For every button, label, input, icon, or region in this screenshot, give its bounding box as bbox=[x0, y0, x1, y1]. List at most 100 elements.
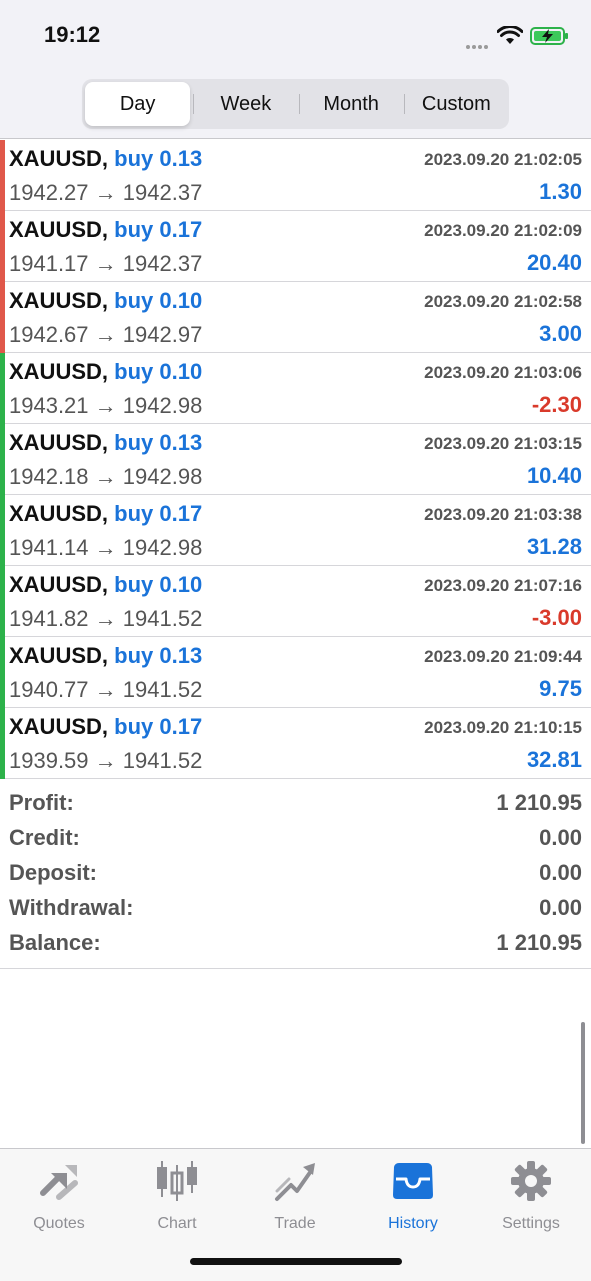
deal-time: 2023.09.20 21:02:09 bbox=[424, 221, 582, 240]
tab-label: Chart bbox=[157, 1215, 197, 1232]
arrow-right-icon: → bbox=[94, 464, 117, 489]
summary-value: 1 210.95 bbox=[496, 930, 582, 955]
status-bar: 19:12 bbox=[0, 0, 591, 70]
deal-time: 2023.09.20 21:09:44 bbox=[424, 647, 582, 666]
tab-label: History bbox=[388, 1215, 438, 1232]
deal-direction: buy 0.13 bbox=[114, 430, 203, 455]
deal-open-price: 1939.59 bbox=[9, 748, 89, 773]
candlestick-chart-icon bbox=[157, 1161, 197, 1201]
deal-symbol: XAUUSD, bbox=[9, 643, 109, 668]
deal-direction: buy 0.13 bbox=[114, 146, 203, 171]
deal-side-indicator bbox=[0, 566, 5, 637]
arrow-right-icon: → bbox=[94, 677, 117, 702]
deal-side-indicator bbox=[0, 353, 5, 424]
summary-row-balance: Balance: 1 210.95 bbox=[0, 928, 591, 963]
summary-label: Deposit: bbox=[9, 860, 97, 885]
deal-profit: 1.30 bbox=[539, 179, 582, 204]
summary-label: Balance: bbox=[9, 930, 101, 955]
deal-close-price: 1942.37 bbox=[122, 180, 203, 205]
arrow-right-icon: → bbox=[94, 535, 117, 560]
deal-open-price: 1942.67 bbox=[9, 322, 89, 347]
summary-row-profit: Profit: 1 210.95 bbox=[0, 788, 591, 823]
deal-direction: buy 0.13 bbox=[114, 643, 203, 668]
deal-symbol: XAUUSD, bbox=[9, 217, 109, 242]
deal-row[interactable]: XAUUSD, buy 0.13 2023.09.20 21:02:05 194… bbox=[0, 140, 591, 211]
deal-close-price: 1942.37 bbox=[122, 251, 203, 276]
deal-open-price: 1941.14 bbox=[9, 535, 89, 560]
deal-symbol: XAUUSD, bbox=[9, 359, 109, 384]
tab-label: Quotes bbox=[33, 1215, 85, 1232]
deal-direction: buy 0.17 bbox=[114, 714, 203, 739]
summary-label: Profit: bbox=[9, 790, 74, 815]
deal-row[interactable]: XAUUSD, buy 0.10 2023.09.20 21:03:06 194… bbox=[0, 353, 591, 424]
battery-charging-icon bbox=[530, 27, 568, 45]
trade-trend-icon bbox=[275, 1163, 315, 1201]
tab-label: Trade bbox=[274, 1215, 316, 1232]
deal-close-price: 1941.52 bbox=[122, 748, 203, 773]
deal-profit: 10.40 bbox=[526, 463, 582, 488]
segment-custom[interactable]: Custom bbox=[403, 82, 509, 126]
tab-label: Settings bbox=[502, 1215, 560, 1232]
tab-settings[interactable]: Settings bbox=[472, 1159, 590, 1233]
deal-side-indicator bbox=[0, 282, 5, 353]
deal-symbol: XAUUSD, bbox=[9, 146, 109, 171]
deal-row[interactable]: XAUUSD, buy 0.17 2023.09.20 21:10:15 193… bbox=[0, 708, 591, 779]
deal-side-indicator bbox=[0, 495, 5, 566]
deal-direction: buy 0.10 bbox=[114, 359, 203, 384]
deal-profit: 9.75 bbox=[539, 676, 582, 701]
deal-row[interactable]: XAUUSD, buy 0.10 2023.09.20 21:02:58 194… bbox=[0, 282, 591, 353]
summary-label: Credit: bbox=[9, 825, 80, 850]
deal-row[interactable]: XAUUSD, buy 0.10 2023.09.20 21:07:16 194… bbox=[0, 566, 591, 637]
summary-value: 0.00 bbox=[539, 860, 582, 885]
home-indicator[interactable] bbox=[190, 1258, 402, 1265]
summary-value: 1 210.95 bbox=[496, 790, 582, 815]
wifi-icon bbox=[497, 26, 523, 44]
summary-value: 0.00 bbox=[539, 825, 582, 850]
summary-row-deposit: Deposit: 0.00 bbox=[0, 858, 591, 893]
deal-direction: buy 0.10 bbox=[114, 572, 203, 597]
arrow-right-icon: → bbox=[94, 393, 117, 418]
deal-side-indicator bbox=[0, 424, 5, 495]
deal-open-price: 1941.82 bbox=[9, 606, 89, 631]
deal-symbol: XAUUSD, bbox=[9, 501, 109, 526]
deal-time: 2023.09.20 21:03:06 bbox=[424, 363, 582, 382]
tab-quotes[interactable]: Quotes bbox=[0, 1159, 118, 1233]
arrow-right-icon: → bbox=[94, 606, 117, 631]
deal-time: 2023.09.20 21:10:15 bbox=[424, 718, 582, 737]
deal-profit: 32.81 bbox=[526, 747, 582, 772]
deal-row[interactable]: XAUUSD, buy 0.13 2023.09.20 21:03:15 194… bbox=[0, 424, 591, 495]
deal-close-price: 1942.98 bbox=[122, 464, 203, 489]
deal-direction: buy 0.17 bbox=[114, 217, 203, 242]
arrow-right-icon: → bbox=[94, 748, 117, 773]
segment-month[interactable]: Month bbox=[298, 82, 404, 126]
period-segmented-control: Day Week Month Custom bbox=[82, 79, 509, 129]
tab-chart[interactable]: Chart bbox=[118, 1159, 236, 1233]
summary-row-credit: Credit: 0.00 bbox=[0, 823, 591, 858]
deal-profit: 31.28 bbox=[526, 534, 582, 559]
deal-row[interactable]: XAUUSD, buy 0.13 2023.09.20 21:09:44 194… bbox=[0, 637, 591, 708]
tab-trade[interactable]: Trade bbox=[236, 1159, 354, 1233]
cellular-signal-icon bbox=[466, 36, 490, 54]
deal-close-price: 1942.97 bbox=[122, 322, 203, 347]
deal-row[interactable]: XAUUSD, buy 0.17 2023.09.20 21:02:09 194… bbox=[0, 211, 591, 282]
deal-time: 2023.09.20 21:03:15 bbox=[424, 434, 582, 453]
deals-list: XAUUSD, buy 0.13 2023.09.20 21:02:05 194… bbox=[0, 140, 591, 779]
deal-direction: buy 0.10 bbox=[114, 288, 203, 313]
deal-row[interactable]: XAUUSD, buy 0.17 2023.09.20 21:03:38 194… bbox=[0, 495, 591, 566]
deal-time: 2023.09.20 21:07:16 bbox=[424, 576, 582, 595]
deal-close-price: 1942.98 bbox=[122, 535, 203, 560]
deal-profit: -2.30 bbox=[531, 392, 582, 417]
history-tray-icon bbox=[393, 1163, 433, 1199]
deal-symbol: XAUUSD, bbox=[9, 430, 109, 455]
summary-row-withdrawal: Withdrawal: 0.00 bbox=[0, 893, 591, 928]
tab-history[interactable]: History bbox=[354, 1159, 472, 1233]
deal-time: 2023.09.20 21:03:38 bbox=[424, 505, 582, 524]
deal-open-price: 1942.18 bbox=[9, 464, 89, 489]
deal-symbol: XAUUSD, bbox=[9, 288, 109, 313]
scrollbar[interactable] bbox=[581, 1022, 585, 1144]
deal-symbol: XAUUSD, bbox=[9, 572, 109, 597]
deal-side-indicator bbox=[0, 708, 5, 779]
segment-week[interactable]: Week bbox=[193, 82, 298, 126]
segment-day[interactable]: Day bbox=[85, 82, 191, 126]
deal-open-price: 1943.21 bbox=[9, 393, 89, 418]
